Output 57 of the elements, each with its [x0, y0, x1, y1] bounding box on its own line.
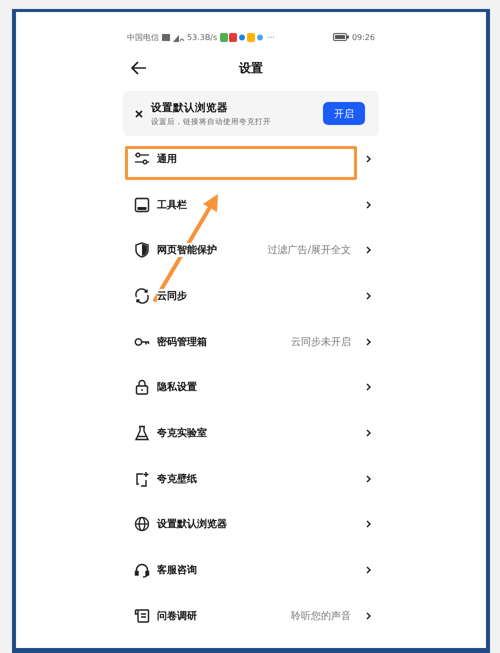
item-label: 网页智能保护 [157, 243, 217, 258]
sliders-icon [134, 150, 150, 167]
app-notification-icons [220, 32, 264, 42]
item-label: 客服咨询 [157, 563, 197, 578]
carrier-text: 中国电信 [127, 32, 159, 42]
item-label: 夸克实验室 [157, 426, 207, 440]
enable-button[interactable]: 开启 [323, 102, 365, 125]
sync-icon [134, 288, 150, 304]
signal-icon [162, 32, 184, 42]
settings-item[interactable]: 网页智能保护 过滤广告/展开全文 [123, 227, 379, 274]
settings-item[interactable]: 设置默认浏览器 [123, 502, 379, 548]
chevron-icon [366, 520, 371, 528]
survey-icon [134, 608, 150, 624]
settings-item[interactable]: 夸克实验室 [123, 410, 379, 456]
settings-item[interactable]: 云同步 [123, 273, 379, 319]
battery-icon [332, 33, 349, 41]
headset-icon [134, 562, 150, 578]
settings-item[interactable]: 通用 [123, 136, 379, 182]
chevron-icon [366, 428, 371, 437]
item-value: 云同步未开启 [291, 336, 351, 349]
item-label: 通用 [157, 152, 177, 166]
item-label: 隐私设置 [157, 380, 197, 394]
chevron-icon [366, 383, 371, 392]
chevron-icon [366, 474, 371, 483]
chevron-icon [366, 200, 371, 209]
shield-icon [134, 242, 150, 258]
settings-item[interactable]: 问卷调研 聆听您的声音 [123, 592, 379, 639]
chevron-icon [366, 338, 371, 346]
close-icon[interactable] [135, 110, 143, 118]
flask-icon [134, 424, 150, 441]
speed-text: 53.3B/s [187, 32, 218, 42]
item-value: 聆听您的声音 [291, 610, 351, 623]
toolbar-icon [134, 196, 150, 213]
chevron-icon [366, 154, 371, 163]
item-label: 问卷调研 [157, 608, 197, 623]
settings-item[interactable]: 夸克壁纸 [123, 456, 379, 502]
wallpaper-icon [134, 470, 150, 487]
chevron-icon [366, 612, 371, 620]
item-label: 工具栏 [157, 198, 187, 212]
item-label: 密码管理箱 [157, 334, 207, 349]
settings-item[interactable]: 密码管理箱 云同步未开启 [123, 318, 379, 364]
chevron-icon [366, 566, 371, 574]
item-label: 设置默认浏览器 [157, 517, 227, 532]
settings-item[interactable]: 隐私设置 [123, 364, 379, 410]
banner-title: 设置默认浏览器 [151, 100, 229, 114]
settings-item[interactable]: 客服咨询 [123, 547, 379, 593]
back-arrow-icon[interactable] [131, 61, 147, 75]
item-label: 夸克壁纸 [157, 472, 197, 486]
time-text: 09:26 [352, 32, 375, 42]
item-value: 过滤广告/展开全文 [268, 244, 351, 258]
more-text: ··· [267, 32, 275, 42]
item-label: 云同步 [157, 288, 187, 303]
chevron-icon [366, 292, 371, 300]
page-title: 设置 [239, 60, 263, 76]
chevron-icon [366, 246, 371, 254]
lock-icon [134, 379, 150, 396]
globe-icon [134, 516, 150, 532]
